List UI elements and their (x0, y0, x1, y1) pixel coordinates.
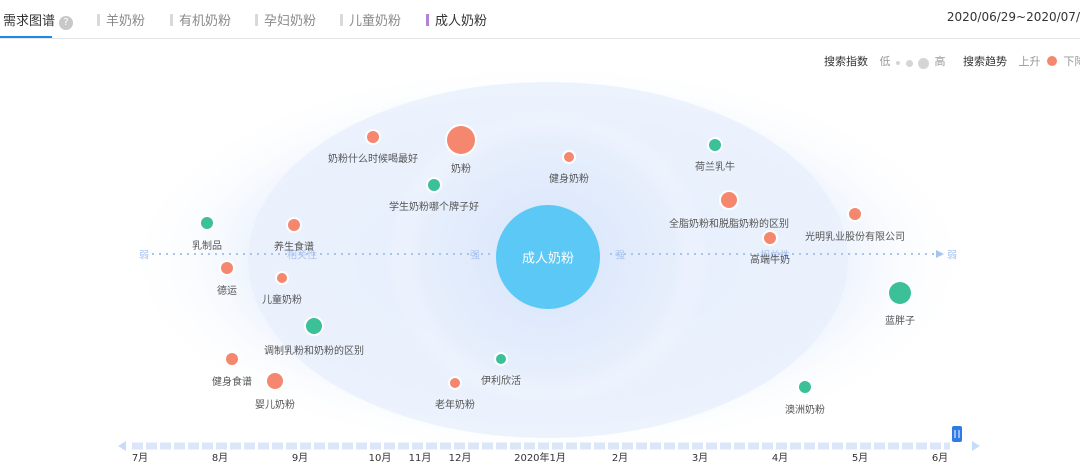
timeline-month-label: 8月 (211, 453, 229, 464)
keyword-label[interactable]: 调制乳粉和奶粉的区别 (264, 342, 364, 357)
keyword-dot[interactable] (764, 232, 776, 244)
keyword-label[interactable]: 老年奶粉 (435, 396, 475, 411)
keyword-dot[interactable] (799, 381, 811, 393)
keyword-label[interactable]: 儿童奶粉 (262, 291, 302, 306)
keyword-dot[interactable] (226, 353, 238, 365)
axis-weak-left: 弱 (139, 250, 149, 262)
keyword-dot[interactable] (201, 217, 213, 229)
keyword-label[interactable]: 全脂奶粉和脱脂奶粉的区别 (669, 215, 789, 230)
timeline-month-label: 10月 (368, 453, 392, 464)
keyword-label[interactable]: 奶粉什么时候喝最好 (328, 150, 418, 165)
keyword-label[interactable]: 乳制品 (192, 237, 222, 252)
keyword-dot[interactable] (889, 282, 911, 304)
timeline-month-label: 9月 (291, 453, 309, 464)
keyword-dot[interactable] (564, 152, 574, 162)
keyword-dot[interactable] (267, 373, 283, 389)
keyword-dot[interactable] (496, 354, 506, 364)
timeline-month-label: 7月 (131, 453, 149, 464)
keyword-label[interactable]: 养生食谱 (274, 238, 314, 253)
keyword-dot[interactable] (709, 139, 721, 151)
axis-weak-right: 弱 (947, 250, 957, 262)
keyword-dot[interactable] (721, 192, 737, 208)
keyword-label[interactable]: 健身食谱 (212, 373, 252, 388)
demand-graph (118, 60, 978, 460)
timeline-month-label: 12月 (448, 453, 472, 464)
axis-strong-right: 强 (615, 250, 625, 262)
timeline-month-label: 5月 (851, 453, 869, 464)
keyword-label[interactable]: 澳洲奶粉 (785, 401, 825, 416)
keyword-label[interactable]: 蓝胖子 (885, 312, 915, 327)
timeline-month-label: 3月 (691, 453, 709, 464)
keyword-label[interactable]: 健身奶粉 (549, 170, 589, 185)
timeline-month-label: 2月 (611, 453, 629, 464)
center-keyword-label: 成人奶粉 (521, 251, 575, 267)
keyword-dot[interactable] (306, 318, 322, 334)
keyword-dot[interactable] (367, 131, 379, 143)
timeline-month-label: 4月 (771, 453, 789, 464)
keyword-dot[interactable] (428, 179, 440, 191)
axis-strong-left: 强 (470, 250, 480, 262)
keyword-label[interactable]: 荷兰乳牛 (695, 158, 735, 173)
keyword-dot[interactable] (277, 273, 287, 283)
timeline-month-label: 11月 (408, 453, 432, 464)
keyword-label[interactable]: 伊利欣活 (481, 372, 521, 387)
timeline-month-label: 2020年1月 (514, 453, 566, 464)
keyword-label[interactable]: 光明乳业股份有限公司 (805, 228, 905, 243)
keyword-label[interactable]: 学生奶粉哪个牌子好 (389, 198, 479, 213)
keyword-dot[interactable] (288, 219, 300, 231)
timeline-month-label: 6月 (931, 453, 949, 464)
keyword-label[interactable]: 高端牛奶 (750, 251, 790, 266)
keyword-dot[interactable] (221, 262, 233, 274)
keyword-dot[interactable] (447, 126, 475, 154)
keyword-dot[interactable] (849, 208, 861, 220)
keyword-label[interactable]: 婴儿奶粉 (255, 396, 295, 411)
keyword-label[interactable]: 德运 (217, 282, 237, 297)
keyword-label[interactable]: 奶粉 (451, 160, 471, 175)
keyword-dot[interactable] (450, 378, 460, 388)
